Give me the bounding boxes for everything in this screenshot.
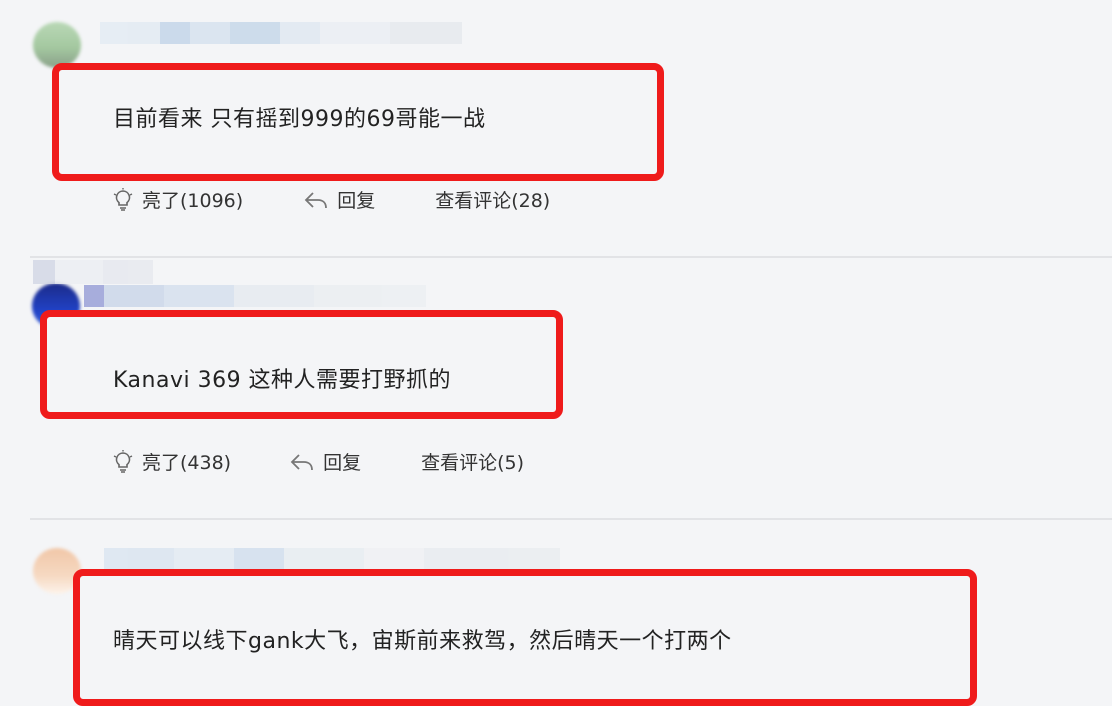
like-label: 亮了(438) [142, 452, 232, 474]
bulb-icon [113, 449, 133, 473]
view-comments-label: 查看评论(5) [421, 452, 525, 474]
comment-text: Kanavi 369 这种人需要打野抓的 [113, 368, 452, 393]
comment-actions: 亮了(438) 回复 查看评论(5) [112, 448, 584, 475]
comment-1: 目前看来 只有摇到999的69哥能一战 亮了(1096) 回复 查看评论(28) [0, 0, 1112, 255]
username-blurred [104, 548, 560, 570]
username-blurred [84, 285, 426, 307]
reply-arrow-icon [304, 191, 328, 208]
avatar[interactable] [33, 22, 81, 68]
reply-arrow-icon [290, 453, 313, 470]
reply-label: 回复 [323, 452, 362, 474]
comment-2: Kanavi 369 这种人需要打野抓的 亮了(438) 回复 查看评论(5) [0, 258, 1112, 516]
like-label: 亮了(1096) [142, 190, 244, 212]
reply-button[interactable]: 回复 [303, 186, 375, 213]
comment-text: 目前看来 只有摇到999的69哥能一战 [113, 107, 486, 132]
view-comments-link[interactable]: 查看评论(5) [421, 448, 524, 475]
like-button[interactable]: 亮了(438) [112, 448, 231, 475]
reply-button[interactable]: 回复 [289, 448, 361, 475]
comment-text: 晴天可以线下gank大飞，宙斯前来救驾，然后晴天一个打两个 [113, 629, 732, 654]
like-button[interactable]: 亮了(1096) [112, 186, 243, 213]
reply-label: 回复 [337, 190, 376, 212]
username-blurred [33, 260, 153, 284]
view-comments-link[interactable]: 查看评论(28) [435, 186, 550, 213]
comment-3: 晴天可以线下gank大飞，宙斯前来救驾，然后晴天一个打两个 [0, 520, 1112, 706]
comment-actions: 亮了(1096) 回复 查看评论(28) [112, 186, 610, 213]
username-blurred [100, 22, 462, 44]
bulb-icon [113, 187, 133, 211]
view-comments-label: 查看评论(28) [435, 190, 551, 212]
